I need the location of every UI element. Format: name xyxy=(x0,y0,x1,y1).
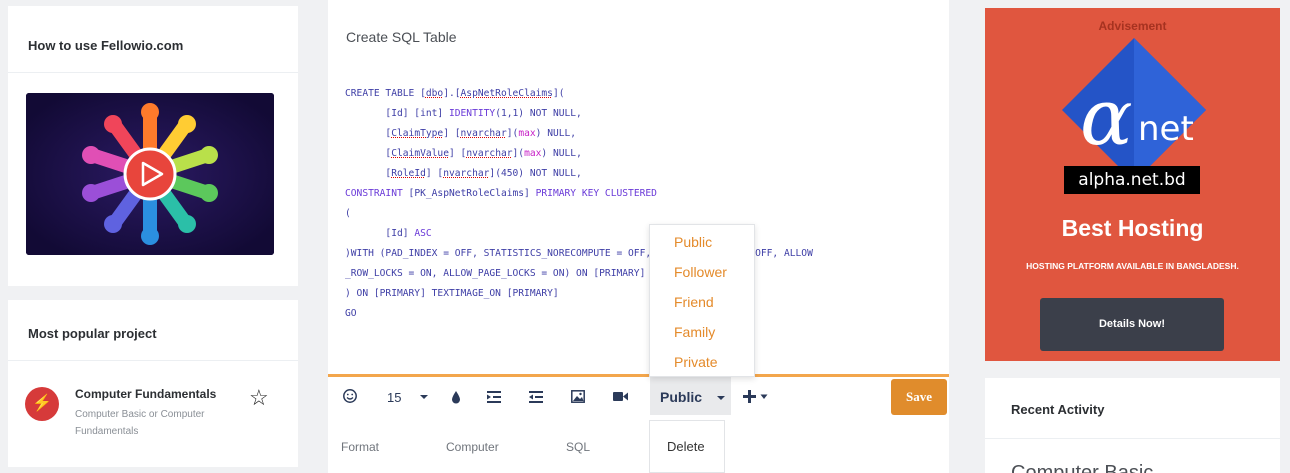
delete-menu: Delete xyxy=(649,420,725,473)
video-thumbnail[interactable] xyxy=(26,93,274,255)
recent-activity-card: Recent Activity Computer Basic xyxy=(985,378,1280,473)
code-line: ( xyxy=(345,208,351,219)
menu-item-public[interactable]: Public xyxy=(674,234,712,250)
code-line: [Id] ASC xyxy=(345,228,432,239)
menu-item-family[interactable]: Family xyxy=(674,324,715,340)
menu-item-friend[interactable]: Friend xyxy=(674,294,714,310)
visibility-select[interactable]: Public xyxy=(650,377,731,415)
project-title[interactable]: Computer Fundamentals xyxy=(75,387,216,401)
svg-text:α: α xyxy=(1080,73,1133,163)
code-line: [Id] [int] IDENTITY(1,1) NOT NULL, xyxy=(345,108,582,119)
post-editor[interactable]: Create SQL Table CREATE TABLE [dbo].[Asp… xyxy=(328,0,949,473)
ad-domain: alpha.net.bd xyxy=(1064,166,1200,194)
activity-item[interactable]: Computer Basic xyxy=(1011,462,1153,473)
emoji-icon[interactable] xyxy=(342,388,358,404)
advertisement-banner[interactable]: Advisement α net alpha.net.bd Best Hosti… xyxy=(985,8,1280,361)
toolbar-divider xyxy=(328,374,949,377)
code-line: [ClaimValue] [nvarchar](max) NULL, xyxy=(345,148,582,159)
chevron-down-icon[interactable] xyxy=(760,394,768,400)
category-format[interactable]: Format xyxy=(341,440,379,454)
outdent-icon[interactable] xyxy=(529,391,543,403)
ad-headline: Best Hosting xyxy=(1061,215,1204,241)
video-icon[interactable] xyxy=(613,391,628,402)
divider xyxy=(8,72,298,73)
code-line: _ROW_LOCKS = ON, ALLOW_PAGE_LOCKS = ON) … xyxy=(345,268,646,279)
details-button[interactable]: Details Now! xyxy=(1040,298,1224,351)
code-block[interactable]: CREATE TABLE [dbo].[AspNetRoleClaims]( [… xyxy=(345,84,940,324)
code-line: [RoleId] [nvarchar](450) NOT NULL, xyxy=(345,168,582,179)
ad-label: Advisement xyxy=(1098,19,1167,33)
code-line: )WITH (PAD_INDEX = OFF, STATISTICS_NOREC… xyxy=(345,248,813,259)
visibility-value: Public xyxy=(660,389,703,405)
code-line: CREATE TABLE [dbo].[AspNetRoleClaims]( xyxy=(345,88,565,99)
ad-tagline: HOSTING PLATFORM AVAILABLE IN BANGLADESH… xyxy=(1026,261,1239,271)
star-icon[interactable]: ☆ xyxy=(249,385,269,411)
popular-title: Most popular project xyxy=(28,326,157,341)
popular-projects-card: Most popular project ⚡ Computer Fundamen… xyxy=(8,300,298,467)
code-line: CONSTRAINT [PK_AspNetRoleClaims] PRIMARY… xyxy=(345,188,657,199)
people-circle-graphic xyxy=(26,93,274,255)
howto-title: How to use Fellowio.com xyxy=(28,38,184,53)
indent-icon[interactable] xyxy=(487,391,501,403)
plus-icon[interactable] xyxy=(743,390,756,403)
visibility-dropdown: Public Follower Friend Family Private xyxy=(649,224,755,377)
project-subtitle: Computer Basic or Computer Fundamentals xyxy=(75,409,205,437)
chevron-down-icon[interactable] xyxy=(419,394,429,401)
code-line: ) ON [PRIMARY] TEXTIMAGE_ON [PRIMARY] xyxy=(345,288,559,299)
code-line: [ClaimType] [nvarchar](max) NULL, xyxy=(345,128,577,139)
save-button[interactable]: Save xyxy=(891,379,947,415)
howto-card: How to use Fellowio.com xyxy=(8,6,298,286)
chevron-down-icon xyxy=(717,396,725,400)
divider xyxy=(8,360,298,361)
recent-activity-title: Recent Activity xyxy=(1011,402,1105,417)
code-line: GO xyxy=(345,308,357,319)
divider xyxy=(985,438,1280,439)
bolt-icon: ⚡ xyxy=(25,387,59,421)
editor-title: Create SQL Table xyxy=(346,29,457,45)
font-size-value[interactable]: 15 xyxy=(387,390,401,405)
menu-item-private[interactable]: Private xyxy=(674,354,718,370)
delete-button[interactable]: Delete xyxy=(667,439,705,454)
menu-item-follower[interactable]: Follower xyxy=(674,264,727,280)
image-icon[interactable] xyxy=(571,390,585,403)
color-drop-icon[interactable] xyxy=(451,390,461,404)
category-computer[interactable]: Computer xyxy=(446,440,499,454)
category-sql[interactable]: SQL xyxy=(566,440,590,454)
svg-text:net: net xyxy=(1138,109,1194,149)
